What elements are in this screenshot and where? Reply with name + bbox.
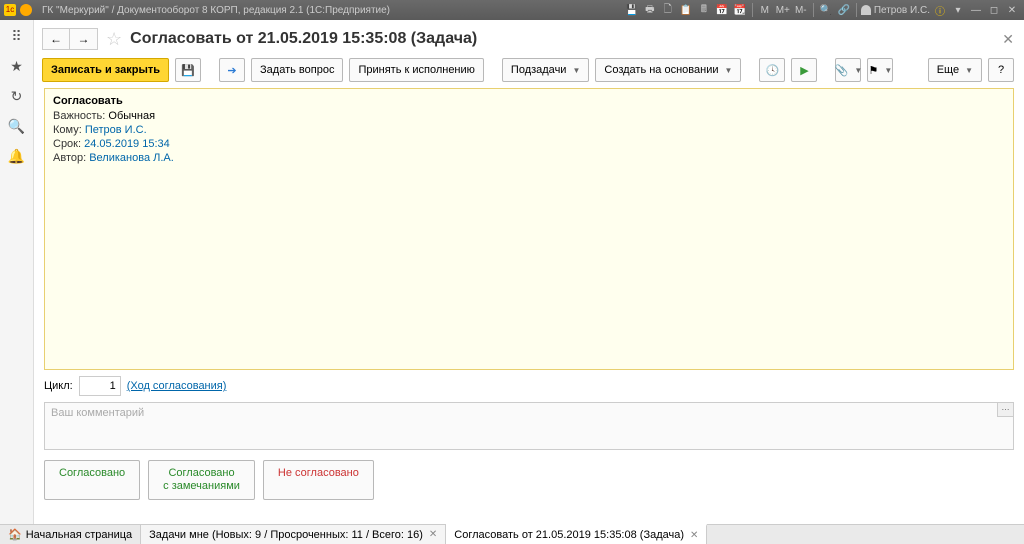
arrow-right-icon: ➔ xyxy=(227,64,236,77)
search-icon[interactable]: 🔍 xyxy=(7,116,27,136)
forward-arrow-button[interactable]: ➔ xyxy=(219,58,245,82)
calc-icon[interactable]: 🖩 xyxy=(696,2,712,18)
sidebar: ⠿ ★ ↻ 🔍 🔔 xyxy=(0,20,34,524)
forward-button[interactable]: → xyxy=(70,28,98,50)
close-page-icon[interactable]: ✕ xyxy=(1002,31,1014,48)
flag-icon: ⚑ xyxy=(869,64,879,77)
due-label: Срок: xyxy=(53,138,81,150)
close-tab-icon[interactable]: ✕ xyxy=(690,530,698,541)
link-icon[interactable]: 🔗 xyxy=(836,2,852,18)
execute-button[interactable]: ▶ xyxy=(791,58,817,82)
menu-icon[interactable]: ⠿ xyxy=(7,26,27,46)
save-and-close-button[interactable]: Записать и закрыть xyxy=(42,58,169,82)
history-icon[interactable]: ↻ xyxy=(7,86,27,106)
user-label[interactable]: Петров И.С. xyxy=(861,5,930,16)
page-title: Согласовать от 21.05.2019 15:35:08 (Зада… xyxy=(130,30,477,48)
to-label: Кому: xyxy=(53,124,82,136)
comment-placeholder: Ваш комментарий xyxy=(45,403,1013,423)
comment-textarea[interactable]: Ваш комментарий ⋯ xyxy=(44,402,1014,450)
bell-icon[interactable]: 🔔 xyxy=(7,146,27,166)
save-icon[interactable]: 💾 xyxy=(624,2,640,18)
compare-icon[interactable]: 📋 xyxy=(678,2,694,18)
home-icon: 🏠 xyxy=(8,528,22,541)
ask-question-button[interactable]: Задать вопрос xyxy=(251,58,343,82)
tab-tasks[interactable]: Задачи мне (Новых: 9 / Просроченных: 11 … xyxy=(141,525,446,544)
zoom-icon[interactable]: 🔍 xyxy=(818,2,834,18)
close-window-icon[interactable]: ✕ xyxy=(1004,2,1020,18)
importance-value: Обычная xyxy=(108,110,155,122)
flag-button[interactable]: ⚑▼ xyxy=(867,58,893,82)
close-tab-icon[interactable]: ✕ xyxy=(429,529,437,540)
rejected-button[interactable]: Не согласовано xyxy=(263,460,374,500)
author-value-link[interactable]: Великанова Л.А. xyxy=(89,152,174,164)
clock-button[interactable]: 🕓 xyxy=(759,58,785,82)
m-plus-icon[interactable]: M+ xyxy=(775,2,791,18)
tab-current-task[interactable]: Согласовать от 21.05.2019 15:35:08 (Зада… xyxy=(446,524,707,544)
help-button[interactable]: ? xyxy=(988,58,1014,82)
info-icon[interactable]: ⓘ xyxy=(932,2,948,18)
subtasks-button[interactable]: Подзадачи▼ xyxy=(502,58,589,82)
task-title: Согласовать xyxy=(53,95,1005,107)
expand-icon[interactable]: ⋯ xyxy=(997,403,1013,417)
maximize-icon[interactable]: ◻ xyxy=(986,2,1002,18)
importance-label: Важность: xyxy=(53,110,105,122)
create-based-on-button[interactable]: Создать на основании▼ xyxy=(595,58,741,82)
user-icon xyxy=(861,5,871,15)
schedule-icon[interactable]: 📆 xyxy=(732,2,748,18)
accept-execution-button[interactable]: Принять к исполнению xyxy=(349,58,483,82)
app-icon-1c: 1c xyxy=(4,4,16,16)
diskette-icon: 💾 xyxy=(181,64,195,77)
author-label: Автор: xyxy=(53,152,86,164)
print-icon[interactable]: 🖶 xyxy=(642,2,658,18)
back-button[interactable]: ← xyxy=(42,28,70,50)
cycle-label: Цикл: xyxy=(44,380,73,392)
toolbar: Записать и закрыть 💾 ➔ Задать вопрос При… xyxy=(34,58,1024,88)
dropdown-icon[interactable]: ▾ xyxy=(950,2,966,18)
chevron-down-icon: ▼ xyxy=(725,66,733,75)
chevron-down-icon: ▼ xyxy=(965,66,973,75)
approved-button[interactable]: Согласовано xyxy=(44,460,140,500)
chevron-down-icon: ▼ xyxy=(854,66,862,75)
doc-icon[interactable]: 🗋 xyxy=(660,2,676,18)
chevron-down-icon: ▼ xyxy=(572,66,580,75)
clock-icon: 🕓 xyxy=(766,64,780,77)
m-icon[interactable]: M xyxy=(757,2,773,18)
save-button[interactable]: 💾 xyxy=(175,58,201,82)
due-value-link[interactable]: 24.05.2019 15:34 xyxy=(84,138,170,150)
play-icon: ▶ xyxy=(800,64,808,77)
cycle-input[interactable] xyxy=(79,376,121,396)
titlebar: 1c ГК "Меркурий" / Документооборот 8 КОР… xyxy=(0,0,1024,20)
home-tab[interactable]: 🏠Начальная страница xyxy=(0,525,141,544)
star-icon[interactable]: ★ xyxy=(7,56,27,76)
task-info-frame: Согласовать Важность: Обычная Кому: Петр… xyxy=(44,88,1014,370)
favorite-star-icon[interactable]: ☆ xyxy=(106,29,122,50)
more-button[interactable]: Еще▼ xyxy=(928,58,982,82)
window-title: ГК "Меркурий" / Документооборот 8 КОРП, … xyxy=(42,5,390,16)
to-value-link[interactable]: Петров И.С. xyxy=(85,124,147,136)
minimize-icon[interactable]: — xyxy=(968,2,984,18)
chevron-down-icon: ▼ xyxy=(884,66,892,75)
app-icon-circle xyxy=(20,4,32,16)
approval-flow-link[interactable]: (Ход согласования) xyxy=(127,380,227,392)
bottom-tabs: 🏠Начальная страница Задачи мне (Новых: 9… xyxy=(0,524,1024,544)
calendar-icon[interactable]: 📅 xyxy=(714,2,730,18)
m-minus-icon[interactable]: M- xyxy=(793,2,809,18)
approved-with-notes-button[interactable]: Согласовано с замечаниями xyxy=(148,460,255,500)
paperclip-icon: 📎 xyxy=(835,64,849,77)
attach-button[interactable]: 📎▼ xyxy=(835,58,861,82)
